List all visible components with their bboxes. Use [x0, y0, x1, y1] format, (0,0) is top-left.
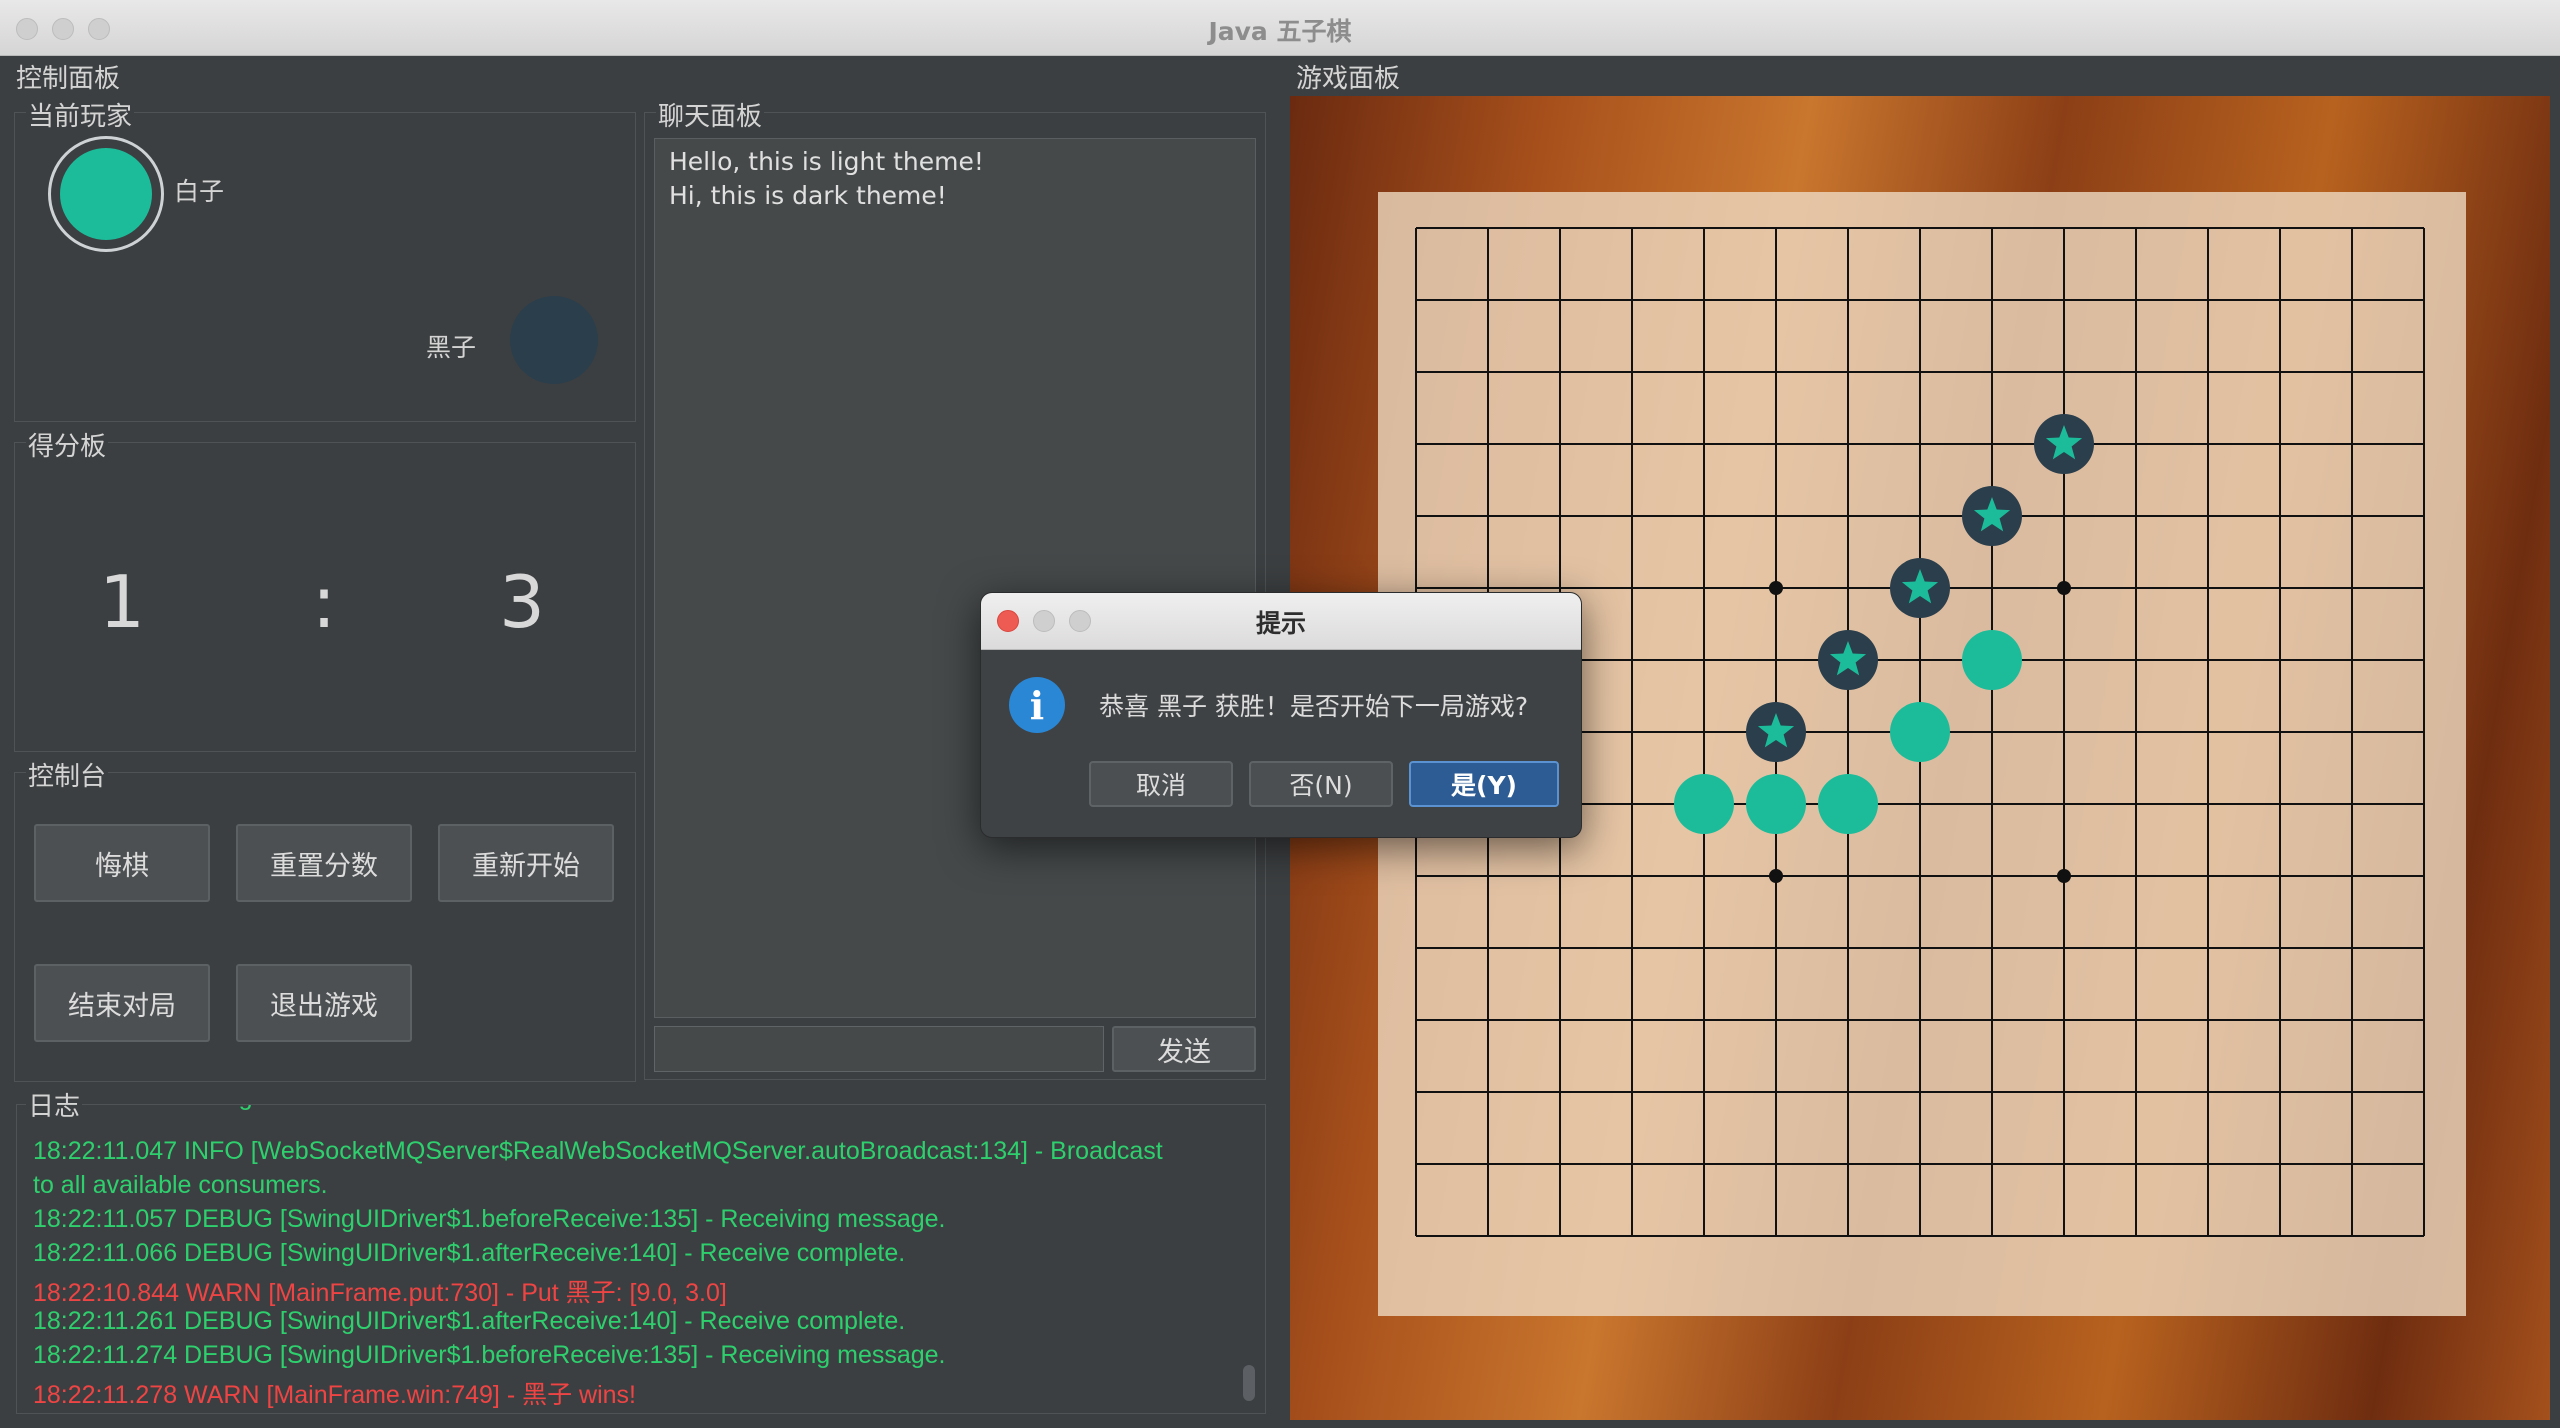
- chat-messages-area[interactable]: Hello, this is light theme! Hi, this is …: [654, 138, 1256, 1018]
- white-player-label: 白子: [174, 177, 225, 206]
- window-title: Java 五子棋: [1208, 17, 1352, 46]
- chat-panel-title: 聊天面板: [656, 96, 765, 133]
- log-line: 18:22:10.844 WARN [MainFrame.put:730] - …: [33, 1279, 727, 1307]
- log-line-partial: PRODUCE message from /127.0.0.1:51757: [33, 1105, 518, 1112]
- log-line: 18:22:11.066 DEBUG [SwingUIDriver$1.afte…: [33, 1239, 906, 1267]
- log-line: 18:22:11.047 INFO [WebSocketMQServer$Rea…: [33, 1137, 1163, 1165]
- dialog-titlebar: 提示: [981, 593, 1581, 650]
- white-player-stone: [60, 148, 152, 240]
- white-stone: [1818, 774, 1878, 834]
- control-panel-title: 控制面板: [16, 64, 121, 94]
- white-stone: [1674, 774, 1734, 834]
- log-panel[interactable]: PRODUCE message from /127.0.0.1:51757 18…: [16, 1104, 1266, 1414]
- console-title: 控制台: [26, 756, 109, 793]
- white-stone: [1746, 774, 1806, 834]
- window-titlebar: Java 五子棋: [0, 0, 2560, 56]
- current-player-title: 当前玩家: [26, 96, 135, 133]
- chat-input[interactable]: [654, 1026, 1104, 1072]
- white-stone: [1890, 702, 1950, 762]
- send-button[interactable]: 发送: [1112, 1026, 1256, 1072]
- black-player-stone: [510, 296, 598, 384]
- dialog-title: 提示: [1255, 609, 1306, 638]
- info-icon: i: [1009, 677, 1065, 733]
- chat-message: Hi, this is dark theme!: [669, 181, 947, 210]
- log-panel-title: 日志: [26, 1086, 83, 1123]
- scoreboard-title: 得分板: [26, 426, 109, 463]
- reset-score-button[interactable]: 重置分数: [236, 824, 412, 902]
- restart-button[interactable]: 重新开始: [438, 824, 614, 902]
- chat-message: Hello, this is light theme!: [669, 147, 984, 176]
- log-line: 18:22:11.261 DEBUG [SwingUIDriver$1.afte…: [33, 1307, 906, 1335]
- log-line: 18:22:11.274 DEBUG [SwingUIDriver$1.befo…: [33, 1341, 946, 1369]
- white-stone: [1962, 630, 2022, 690]
- end-game-button[interactable]: 结束对局: [34, 964, 210, 1042]
- black-player-label: 黑子: [426, 333, 477, 362]
- score-separator: :: [311, 560, 337, 644]
- yes-button[interactable]: 是(Y): [1409, 761, 1559, 807]
- black-score: 3: [499, 560, 545, 644]
- exit-game-button[interactable]: 退出游戏: [236, 964, 412, 1042]
- game-panel-title: 游戏面板: [1296, 64, 1401, 94]
- star-point: [2057, 581, 2071, 595]
- log-line: 18:22:11.057 DEBUG [SwingUIDriver$1.befo…: [33, 1205, 946, 1233]
- white-score: 1: [99, 560, 145, 644]
- dialog-message: 恭喜 黑子 获胜！是否开始下一局游戏?: [1099, 692, 1529, 721]
- star-point: [1769, 581, 1783, 595]
- cancel-button[interactable]: 取消: [1089, 761, 1233, 807]
- log-scrollbar[interactable]: [1243, 1365, 1255, 1401]
- star-point: [1769, 869, 1783, 883]
- log-line: to all available consumers.: [33, 1171, 328, 1199]
- game-over-dialog: 提示 i 恭喜 黑子 获胜！是否开始下一局游戏? 取消 否(N) 是(Y): [980, 592, 1582, 838]
- undo-move-button[interactable]: 悔棋: [34, 824, 210, 902]
- log-line: 18:22:11.278 WARN [MainFrame.win:749] - …: [33, 1381, 637, 1409]
- star-point: [2057, 869, 2071, 883]
- no-button[interactable]: 否(N): [1249, 761, 1393, 807]
